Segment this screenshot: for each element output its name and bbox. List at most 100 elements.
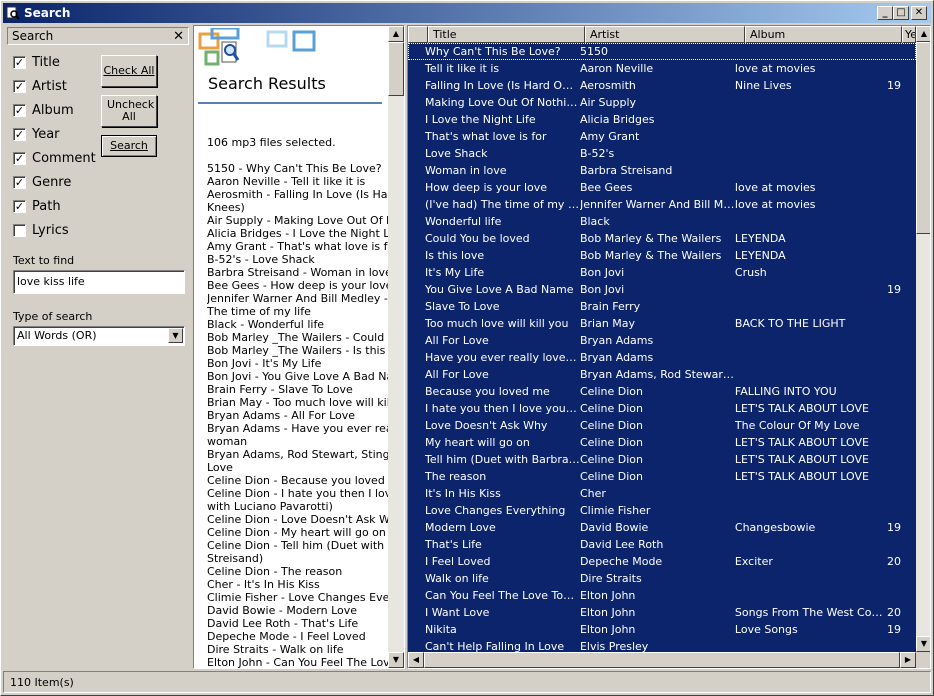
- track-row[interactable]: Falling In Love (Is Hard On T... Aerosmit…: [408, 77, 916, 94]
- checkbox-row-lyrics[interactable]: Lyrics: [13, 223, 69, 238]
- checkbox-row-year[interactable]: ✓ Year: [13, 127, 60, 142]
- track-title-cell: All For Love: [425, 334, 489, 347]
- track-row[interactable]: (I've had) The time of my life Jennifer W…: [408, 196, 916, 213]
- track-artist-cell: Bon Jovi: [579, 266, 625, 279]
- year-checkbox[interactable]: ✓: [13, 128, 26, 141]
- tracks-scroll-down-icon[interactable]: ▼: [916, 636, 930, 652]
- track-title-cell: Tell it like it is: [425, 62, 500, 75]
- track-row[interactable]: Love Shack B-52's: [408, 145, 916, 162]
- track-row[interactable]: Tell him (Duet with Barbra Str...Celine …: [408, 451, 916, 468]
- column-header-year[interactable]: Year: [902, 26, 916, 43]
- uncheck-all-label: Uncheck All: [107, 98, 155, 123]
- search-button[interactable]: Search: [101, 135, 157, 157]
- tracks-vertical-scrollbar[interactable]: ▲ ▼: [916, 26, 930, 652]
- track-title-cell: Slave To Love: [425, 300, 500, 313]
- checkbox-row-comment[interactable]: ✓ Comment: [13, 151, 96, 166]
- track-row[interactable]: Could You be loved Bob Marley & The Waile…: [408, 230, 916, 247]
- track-row[interactable]: I Feel Loved Depeche Mode Exciter 20: [408, 553, 916, 570]
- track-row[interactable]: Woman in love Barbra Streisand: [408, 162, 916, 179]
- track-row[interactable]: Love Doesn't Ask Why Celine Dion The Colou…: [408, 417, 916, 434]
- track-row[interactable]: I Love the Night Life Alicia Bridges: [408, 111, 916, 128]
- track-row[interactable]: Is this love Bob Marley & The Wailers LEYE…: [408, 247, 916, 264]
- track-title-cell: Why Can't This Be Love?: [425, 45, 561, 58]
- title-checkbox[interactable]: ✓: [13, 56, 26, 69]
- track-row[interactable]: How deep is your love Bee Gees love at mov…: [408, 179, 916, 196]
- album-checkbox[interactable]: ✓: [13, 104, 26, 117]
- window-title: Search: [24, 6, 71, 20]
- scroll-up-icon[interactable]: ▲: [388, 26, 404, 42]
- maximize-button[interactable]: □: [893, 6, 909, 20]
- track-row[interactable]: Making Love Out Of Nothing ... Air Supply: [408, 94, 916, 111]
- scroll-left-icon[interactable]: ◀: [408, 652, 424, 668]
- minimize-button[interactable]: _: [877, 6, 893, 20]
- checkbox-row-album[interactable]: ✓ Album: [13, 103, 74, 118]
- track-title-cell: I Love the Night Life: [425, 113, 536, 126]
- result-line: Bryan Adams, Rod Stewart, Sting - All I: [207, 448, 388, 461]
- result-line: Bob Marley _The Wailers - Could You b: [207, 331, 388, 344]
- track-album-cell: [735, 349, 887, 366]
- check-all-button[interactable]: Check All: [101, 55, 157, 87]
- dropdown-arrow-icon[interactable]: ▼: [168, 328, 183, 343]
- track-row[interactable]: Can't Help Falling In Love Elvis Presley: [408, 638, 916, 653]
- track-row[interactable]: All For Love Bryan Adams, Rod Stewart, ..…: [408, 366, 916, 383]
- track-row[interactable]: Why Can't This Be Love? 5150: [408, 43, 916, 60]
- result-line: Barbra Streisand - Woman in love: [207, 266, 388, 279]
- track-row[interactable]: It's In His Kiss Cher: [408, 485, 916, 502]
- track-artist-cell: Celine Dion: [579, 453, 643, 466]
- scroll-right-icon[interactable]: ▶: [900, 652, 916, 668]
- track-row[interactable]: Modern Love David Bowie Changesbowie 19: [408, 519, 916, 536]
- tracks-horizontal-scrollbar[interactable]: ◀ ▶: [408, 652, 916, 668]
- result-line: Bee Gees - How deep is your love: [207, 279, 388, 292]
- track-row[interactable]: Slave To Love Brain Ferry: [408, 298, 916, 315]
- track-row[interactable]: Too much love will kill you Brian May BACK…: [408, 315, 916, 332]
- scroll-down-icon[interactable]: ▼: [388, 652, 404, 668]
- track-row[interactable]: Have you ever really loved a ... Bryan Ad…: [408, 349, 916, 366]
- track-row[interactable]: All For Love Bryan Adams: [408, 332, 916, 349]
- track-row[interactable]: Love Changes Everything Climie Fisher: [408, 502, 916, 519]
- track-row[interactable]: Wonderful life Black: [408, 213, 916, 230]
- track-row[interactable]: I Want Love Elton John Songs From The West…: [408, 604, 916, 621]
- panel-close-icon[interactable]: ✕: [173, 29, 184, 44]
- track-row[interactable]: That's what love is for Amy Grant: [408, 128, 916, 145]
- path-checkbox[interactable]: ✓: [13, 200, 26, 213]
- column-header-album[interactable]: Album: [745, 26, 902, 43]
- track-row[interactable]: Nikita Elton John Love Songs 19: [408, 621, 916, 638]
- checkbox-row-path[interactable]: ✓ Path: [13, 199, 61, 214]
- type-of-search-select[interactable]: All Words (OR) ▼: [13, 326, 185, 346]
- track-artist-cell: Celine Dion: [579, 470, 643, 483]
- tracks-scroll-up-icon[interactable]: ▲: [916, 26, 930, 42]
- results-vertical-scrollbar[interactable]: ▲ ▼: [388, 26, 404, 668]
- track-row[interactable]: My heart will go on Celine Dion LET'S TALK…: [408, 434, 916, 451]
- result-line: Celine Dion - My heart will go on: [207, 526, 386, 539]
- track-title-cell: Can You Feel The Love Toni...: [425, 589, 580, 602]
- title-bar[interactable]: Search _ □ ✕: [3, 3, 931, 23]
- track-year-cell: 20: [886, 555, 901, 568]
- track-row[interactable]: It's My Life Bon Jovi Crush: [408, 264, 916, 281]
- track-row[interactable]: I hate you then I love you (D... Celine D…: [408, 400, 916, 417]
- checkbox-row-genre[interactable]: ✓ Genre: [13, 175, 71, 190]
- track-year-cell: [887, 145, 916, 162]
- artist-checkbox[interactable]: ✓: [13, 80, 26, 93]
- column-header-title[interactable]: Title: [428, 26, 585, 43]
- track-album-cell: love at movies: [734, 198, 816, 211]
- track-row[interactable]: That's Life David Lee Roth: [408, 536, 916, 553]
- checkbox-row-artist[interactable]: ✓ Artist: [13, 79, 67, 94]
- close-button[interactable]: ✕: [911, 6, 927, 20]
- track-row[interactable]: You Give Love A Bad Name Bon Jovi 19: [408, 281, 916, 298]
- checkbox-row-title[interactable]: ✓ Title: [13, 55, 60, 70]
- genre-checkbox[interactable]: ✓: [13, 176, 26, 189]
- track-row[interactable]: Tell it like it is Aaron Neville love at m…: [408, 60, 916, 77]
- track-year-cell: [887, 43, 916, 60]
- uncheck-all-button[interactable]: Uncheck All: [101, 95, 157, 127]
- column-header-artist[interactable]: Artist: [585, 26, 745, 43]
- comment-checkbox[interactable]: ✓: [13, 152, 26, 165]
- lyrics-checkbox[interactable]: [13, 224, 26, 237]
- tracks-scroll-thumb[interactable]: [916, 42, 930, 234]
- scroll-thumb[interactable]: [388, 42, 404, 96]
- text-to-find-input[interactable]: love kiss life: [13, 270, 185, 294]
- track-row[interactable]: Because you loved me Celine Dion FALLING I…: [408, 383, 916, 400]
- track-row[interactable]: The reason Celine Dion LET'S TALK ABOUT LO…: [408, 468, 916, 485]
- tracks-hscroll-thumb[interactable]: [424, 652, 900, 668]
- track-row[interactable]: Can You Feel The Love Toni... Elton John: [408, 587, 916, 604]
- track-row[interactable]: Walk on life Dire Straits: [408, 570, 916, 587]
